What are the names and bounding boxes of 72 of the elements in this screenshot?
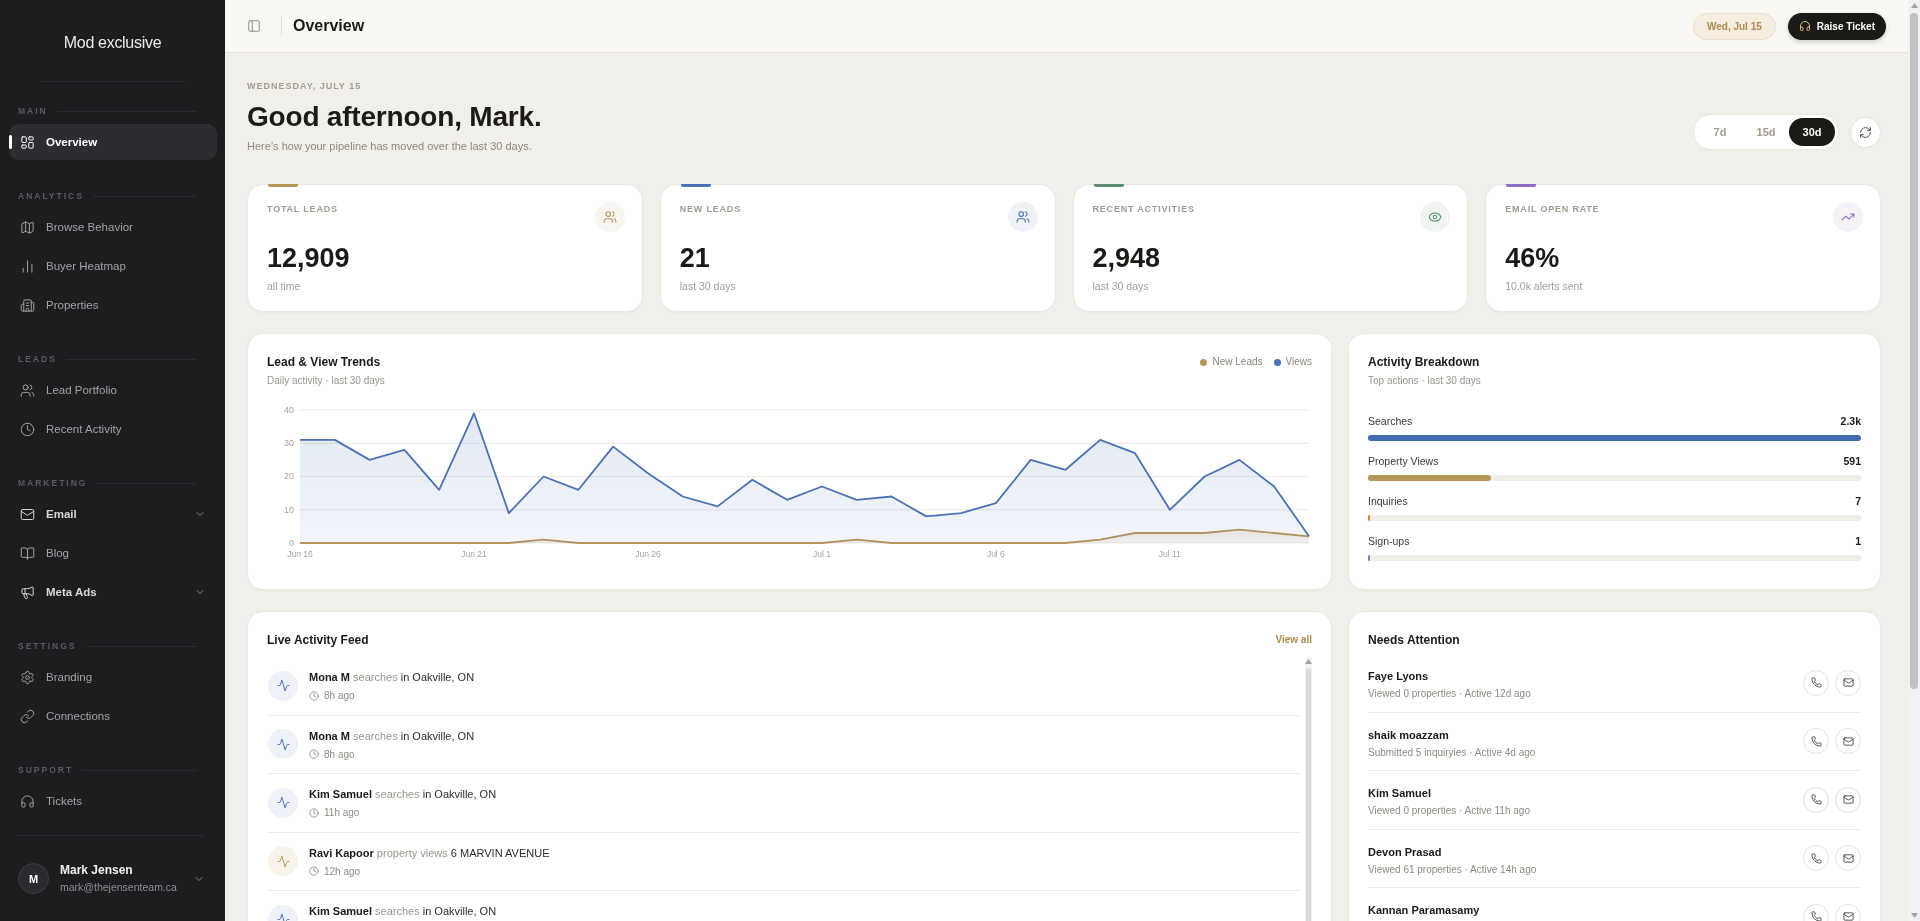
section-label: MAIN [18, 106, 48, 116]
section-label: MARKETING [18, 478, 88, 488]
axis-label: 40 [284, 405, 295, 415]
axis-label: Jul 1 [812, 549, 831, 559]
metric-value: 1 [1855, 534, 1861, 548]
stat-note: last 30 days [679, 279, 737, 293]
stat-label: TOTAL LEADS [267, 204, 338, 215]
timestamp: 12h ago [324, 864, 361, 878]
card-subtitle: Daily activity · last 30 days [267, 374, 385, 388]
logo: Mod exclusive [63, 33, 162, 52]
metric-value: 2.3k [1840, 414, 1861, 428]
axis-label: 30 [284, 438, 295, 449]
card-subtitle: Top actions · last 30 days [1368, 374, 1482, 388]
page-title: Overview [293, 17, 365, 35]
stat-note: all time [267, 279, 302, 293]
stat-label: NEW LEADS [679, 204, 741, 215]
lead-name: shaik moazzam [1368, 727, 1450, 742]
section-label: ANALYTICS [18, 191, 84, 201]
axis-label: Jul 11 [1158, 549, 1181, 559]
timestamp: 8h ago [324, 747, 355, 761]
lead-name: Kannan Paramasamy [1368, 903, 1480, 917]
date-badge: Wed, Jul 15 [1692, 12, 1776, 40]
legend-label: Views [1285, 355, 1312, 369]
axis-label: 0 [289, 538, 295, 548]
stat-value: 2,948 [1092, 242, 1162, 274]
stat-value: 12,909 [267, 242, 351, 274]
date-label: WEDNESDAY, JULY 15 [247, 81, 363, 92]
lead-name: Faye Lyons [1368, 669, 1430, 683]
metric-label: Inquiries [1368, 494, 1408, 508]
section-label: SUPPORT [18, 765, 74, 775]
card-title: Needs Attention [1368, 632, 1461, 648]
lead-detail: Submitted 5 inquiryies · Active 4d ago [1368, 745, 1536, 759]
activity-text: Ravi Kapoor property views 6 MARVIN AVENUE [309, 846, 550, 860]
card-title: Activity Breakdown [1368, 354, 1481, 370]
lead-detail: Viewed 0 properties · Active 11h ago [1368, 804, 1530, 817]
greeting-heading: Good afternoon, Mark. [247, 100, 542, 134]
metric-label: Property Views [1368, 454, 1439, 468]
section-label: LEADS [18, 354, 57, 364]
lead-name: Kim Samuel [1368, 786, 1432, 800]
stat-label: RECENT ACTIVITIES [1092, 204, 1195, 215]
stat-label: EMAIL OPEN RATE [1505, 204, 1600, 215]
axis-label: Jun 26 [635, 549, 661, 559]
activity-text: Mona M searches in Oakville, ON [309, 671, 475, 684]
lead-detail: Viewed 61 properties · Active 14h ago [1368, 862, 1537, 876]
metric-value: 591 [1843, 454, 1861, 468]
activity-text: Kim Samuel searches in Oakville, ON [309, 905, 497, 918]
activity-text: Kim Samuel searches in Oakville, ON [309, 788, 497, 801]
stat-value: 46% [1505, 242, 1561, 274]
axis-label: Jun 21 [461, 549, 487, 559]
axis-label: 10 [284, 504, 295, 515]
activity-text: Mona M searches in Oakville, ON [309, 729, 475, 743]
stat-note: last 30 days [1092, 279, 1150, 293]
legend-label: New Leads [1212, 355, 1263, 369]
card-title: Lead & View Trends [267, 354, 382, 370]
metric-value: 7 [1855, 494, 1861, 508]
greeting-subtitle: Here’s how your pipeline has moved over the last 30 days. [247, 139, 533, 154]
avatar: M [18, 863, 49, 894]
user-name: Mark Jensen [60, 863, 134, 878]
axis-label: 20 [284, 471, 295, 482]
card-title: Live Activity Feed [267, 632, 369, 648]
metric-label: Sign-ups [1368, 534, 1410, 548]
lead-name: Devon Prasad [1368, 844, 1443, 859]
metric-label: Searches [1368, 414, 1413, 428]
axis-label: Jul 6 [986, 549, 1005, 559]
stat-value: 21 [679, 242, 711, 274]
stat-note: 10.0k alerts sent [1505, 279, 1584, 293]
lead-detail: Viewed 0 properties · Active 12d ago [1368, 687, 1531, 700]
timestamp: 8h ago [324, 689, 355, 702]
user-email: mark@thejensenteam.ca [60, 880, 177, 894]
section-label: SETTINGS [18, 641, 77, 651]
axis-label: Jun 16 [287, 549, 313, 559]
timestamp: 11h ago [324, 806, 360, 819]
